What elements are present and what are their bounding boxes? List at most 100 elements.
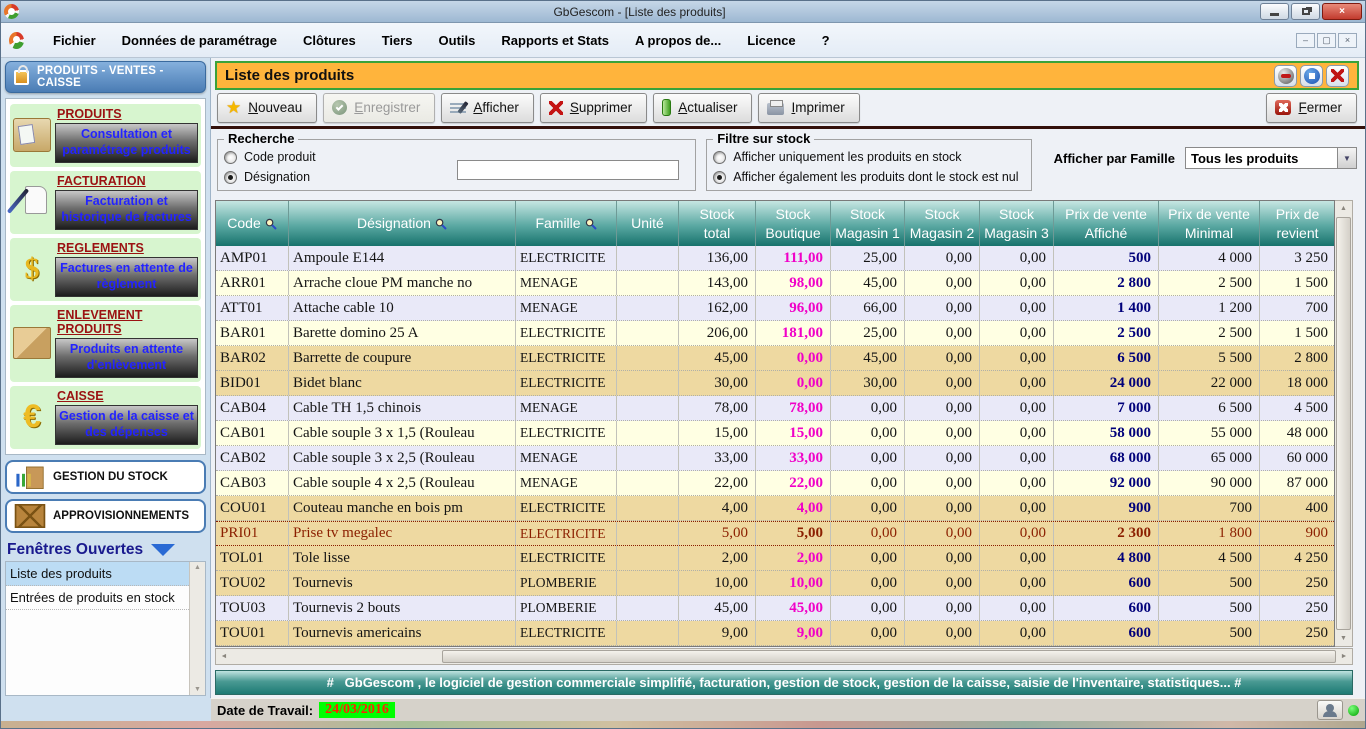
column-header-pv_affiche[interactable]: Prix de vente Affiché <box>1054 201 1159 246</box>
vertical-scroll-thumb[interactable] <box>1336 217 1351 630</box>
panel-minimize-button[interactable] <box>1274 65 1297 87</box>
sidebar-section-title-reglements[interactable]: REGLEMENTS <box>57 241 198 255</box>
afficher-button[interactable]: Afficher <box>441 93 534 123</box>
family-filter-label: Afficher par Famille <box>1054 151 1175 166</box>
mdi-restore-button[interactable]: ▢ <box>1317 33 1336 48</box>
table-row-cab03[interactable]: CAB03Cable souple 4 x 2,5 (RouleauMENAGE… <box>216 471 1334 496</box>
family-select[interactable]: Tous les produits ▼ <box>1185 147 1357 169</box>
radio-icon[interactable] <box>713 151 726 164</box>
table-row-amp01[interactable]: AMP01Ampoule E144ELECTRICITE136,00111,00… <box>216 246 1334 271</box>
table-row-bid01[interactable]: BID01Bidet blancELECTRICITE30,000,0030,0… <box>216 371 1334 396</box>
table-row-cou01[interactable]: COU01Couteau manche en bois pmELECTRICIT… <box>216 496 1334 521</box>
menu-item-licence[interactable]: Licence <box>734 28 808 53</box>
sidebar-button-produits[interactable]: Consultation et paramétrage produits <box>55 123 198 163</box>
table-row-tou02[interactable]: TOU02TournevisPLOMBERIE10,0010,000,000,0… <box>216 571 1334 596</box>
mdi-minimize-button[interactable]: – <box>1296 33 1315 48</box>
search-column-icon[interactable] <box>435 218 447 230</box>
mdi-close-button[interactable]: × <box>1338 33 1357 48</box>
table-row-bar02[interactable]: BAR02Barrette de coupureELECTRICITE45,00… <box>216 346 1334 371</box>
sidebar-section-title-facturation[interactable]: FACTURATION <box>57 174 198 188</box>
sidebar-button-facturation[interactable]: Facturation et historique de factures <box>55 190 198 230</box>
restore-button[interactable] <box>1291 3 1320 20</box>
cell-code: CAB03 <box>216 471 289 495</box>
menu-item-tiers[interactable]: Tiers <box>369 28 426 53</box>
column-header-stock_total[interactable]: Stock total <box>679 201 756 246</box>
menu-item-rapports-et-stats[interactable]: Rapports et Stats <box>488 28 622 53</box>
cell-code: TOL01 <box>216 546 289 570</box>
menu-item-[interactable]: ? <box>809 28 843 53</box>
sidebar-section-title-caisse[interactable]: CAISSE <box>57 389 198 403</box>
open-window-item-liste-des-produits[interactable]: Liste des produits <box>6 562 189 586</box>
supprimer-button[interactable]: Supprimer <box>540 93 647 123</box>
actualiser-button[interactable]: Actualiser <box>653 93 752 123</box>
search-input[interactable] <box>457 160 679 180</box>
menu-item-donnees-de-parametrage[interactable]: Données de paramétrage <box>109 28 290 53</box>
grid-vertical-scrollbar[interactable]: ▲ ▼ <box>1335 200 1353 647</box>
sidebar-item-approvisionnements[interactable]: APPROVISIONNEMENTS <box>5 499 206 533</box>
scroll-up-icon[interactable]: ▲ <box>194 564 201 571</box>
menu-item-outils[interactable]: Outils <box>426 28 489 53</box>
grid-horizontal-scrollbar[interactable]: ◄ ► <box>215 648 1353 665</box>
column-header-magasin2[interactable]: Stock Magasin 2 <box>905 201 980 246</box>
stock-filter-option-afficher-uniquement-les-produits-en-stock[interactable]: Afficher uniquement les produits en stoc… <box>713 147 1022 167</box>
user-button[interactable] <box>1317 700 1343 720</box>
column-header-prix_revient[interactable]: Prix de revient <box>1260 201 1336 246</box>
sidebar-button-enlevement-produits[interactable]: Produits en attente d'enlèvement <box>55 338 198 378</box>
column-header-magasin1[interactable]: Stock Magasin 1 <box>831 201 905 246</box>
search-column-icon[interactable] <box>585 218 597 230</box>
table-row-pri01[interactable]: PRI01Prise tv megalecELECTRICITE5,005,00… <box>216 521 1334 546</box>
dropdown-arrow-icon[interactable]: ▼ <box>1337 148 1356 168</box>
radio-icon[interactable] <box>713 171 726 184</box>
column-header-magasin3[interactable]: Stock Magasin 3 <box>980 201 1054 246</box>
nouveau-button[interactable]: ★Nouveau <box>217 93 317 123</box>
column-header-code[interactable]: Code <box>216 201 289 246</box>
sidebar-button-reglements[interactable]: Factures en attente de règlement <box>55 257 198 297</box>
radio-icon[interactable] <box>224 171 237 184</box>
cell-pv_affiche: 7 000 <box>1054 396 1159 420</box>
stock-filter-option-afficher-egalement-les-produits-dont-le-stock-est-nul[interactable]: Afficher également les produits dont le … <box>713 167 1022 187</box>
table-row-cab01[interactable]: CAB01Cable souple 3 x 1,5 (RouleauELECTR… <box>216 421 1334 446</box>
column-header-label: Stock Magasin 3 <box>984 205 1049 241</box>
scroll-down-icon[interactable]: ▼ <box>1335 631 1352 646</box>
table-row-tol01[interactable]: TOL01Tole lisseELECTRICITE2,002,000,000,… <box>216 546 1334 571</box>
table-row-cab04[interactable]: CAB04Cable TH 1,5 chinoisMENAGE78,0078,0… <box>216 396 1334 421</box>
chevron-down-icon[interactable] <box>151 544 175 556</box>
table-row-cab02[interactable]: CAB02Cable souple 3 x 2,5 (RouleauMENAGE… <box>216 446 1334 471</box>
scroll-right-icon[interactable]: ► <box>1336 653 1352 660</box>
radio-icon[interactable] <box>224 151 237 164</box>
column-header-famille[interactable]: Famille <box>516 201 617 246</box>
search-column-icon[interactable] <box>265 218 277 230</box>
cell-magasin2: 0,00 <box>905 396 980 420</box>
fermer-button[interactable]: Fermer <box>1266 93 1357 123</box>
menu-item-clotures[interactable]: Clôtures <box>290 28 369 53</box>
panel-restore-button[interactable] <box>1300 65 1323 87</box>
table-row-att01[interactable]: ATT01Attache cable 10MENAGE162,0096,0066… <box>216 296 1334 321</box>
menu-item-fichier[interactable]: Fichier <box>40 28 109 53</box>
scroll-left-icon[interactable]: ◄ <box>216 653 232 660</box>
sidebar-button-caisse[interactable]: Gestion de la caisse et des dépenses <box>55 405 198 445</box>
scroll-up-icon[interactable]: ▲ <box>1335 201 1352 216</box>
open-window-item-entrees-de-produits-en-stock[interactable]: Entrées de produits en stock <box>6 586 189 610</box>
table-row-arr01[interactable]: ARR01Arrache cloue PM manche noMENAGE143… <box>216 271 1334 296</box>
table-row-tou03[interactable]: TOU03Tournevis 2 boutsPLOMBERIE45,0045,0… <box>216 596 1334 621</box>
table-row-bar01[interactable]: BAR01Barette domino 25 AELECTRICITE206,0… <box>216 321 1334 346</box>
table-row-tou01[interactable]: TOU01Tournevis americainsELECTRICITE9,00… <box>216 621 1334 646</box>
column-header-stock_boutique[interactable]: Stock Boutique <box>756 201 831 246</box>
sidebar-section-title-enlevement-produits[interactable]: ENLEVEMENT PRODUITS <box>57 308 198 336</box>
minimize-button[interactable] <box>1260 3 1289 20</box>
horizontal-scroll-thumb[interactable] <box>442 650 1336 663</box>
sidebar-section-title-produits[interactable]: PRODUITS <box>57 107 198 121</box>
panel-close-button[interactable] <box>1326 65 1349 87</box>
column-header-unite[interactable]: Unité <box>617 201 679 246</box>
sidebar-header-products-ventes-caisse[interactable]: PRODUITS - VENTES - CAISSE <box>5 61 206 93</box>
imprimer-button[interactable]: Imprimer <box>758 93 859 123</box>
sidebar-item-gestion-du-stock[interactable]: GESTION DU STOCK <box>5 460 206 494</box>
column-header-pv_minimal[interactable]: Prix de vente Minimal <box>1159 201 1260 246</box>
column-header-designation[interactable]: Désignation <box>289 201 516 246</box>
close-button[interactable]: × <box>1322 3 1362 20</box>
cell-magasin2: 0,00 <box>905 596 980 620</box>
scroll-down-icon[interactable]: ▼ <box>194 686 201 693</box>
menu-item-a-propos-de[interactable]: A propos de... <box>622 28 734 53</box>
cell-magasin1: 0,00 <box>831 496 905 520</box>
open-windows-scrollbar[interactable]: ▲ ▼ <box>189 562 205 695</box>
